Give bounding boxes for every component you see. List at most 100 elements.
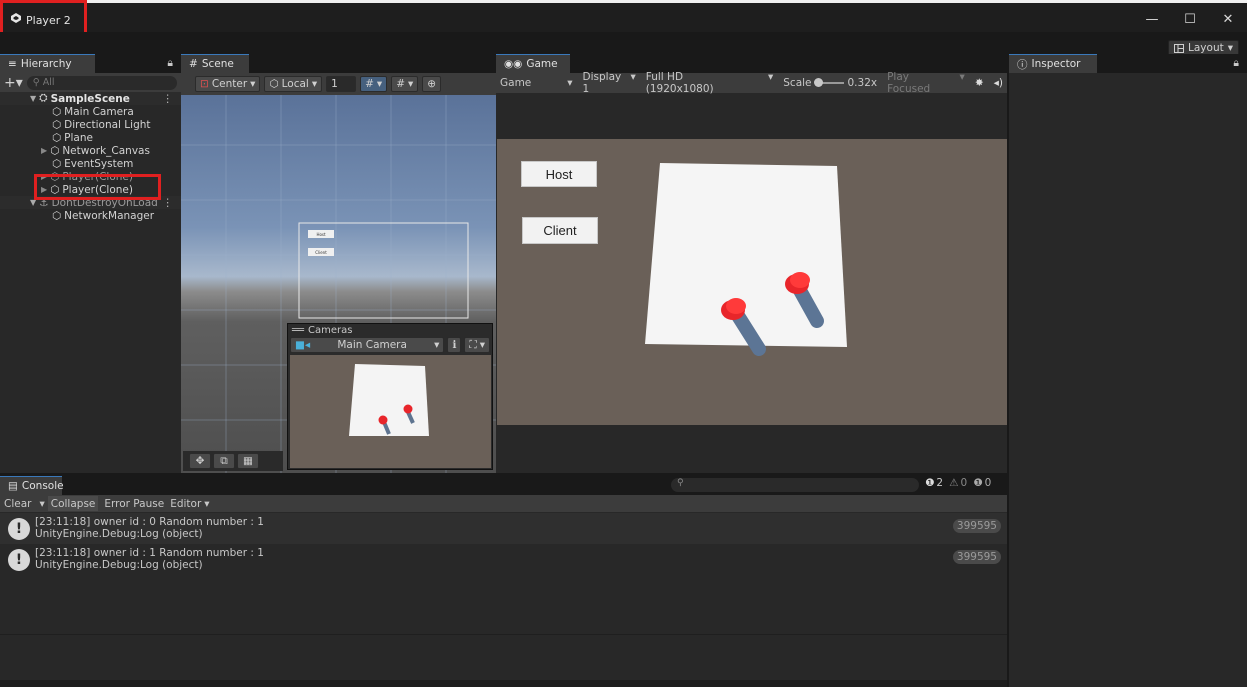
tab-hierarchy[interactable]: ≡ Hierarchy <box>0 54 95 73</box>
pivot-icon: ⊡ <box>200 78 209 90</box>
collapse-toggle[interactable]: Collapse <box>47 496 99 511</box>
hierarchy-item-directional-light[interactable]: ⬡ Directional Light <box>0 118 151 131</box>
host-button[interactable]: Host <box>521 161 597 187</box>
log-icon: ❶ <box>925 477 935 489</box>
gizmo-toggle-button[interactable]: ⊕ <box>422 76 442 92</box>
cameras-overlay-toolbar: ■◂ Main Camera ▾ ℹ ⛶ ▾ <box>288 336 492 354</box>
canvas-client-button: Client <box>308 248 334 256</box>
lock-icon[interactable]: 🔒︎ <box>1225 54 1247 73</box>
camera-frame-button[interactable]: ⛶ ▾ <box>464 337 490 353</box>
video-camera-icon: ■◂ <box>295 339 311 351</box>
grid-toggle-button[interactable]: # ▾ <box>360 76 388 92</box>
scene-tools-overlay: ✥ ⧉ ▦ <box>183 451 283 471</box>
chevron-down-icon: ▾ <box>479 339 485 351</box>
client-button[interactable]: Client <box>522 217 598 244</box>
chevron-down-icon: ▾ <box>39 497 45 510</box>
grid-icon: # <box>365 78 374 90</box>
space-local-dropdown[interactable]: ⬡ Local ▾ <box>264 76 323 92</box>
maximize-button[interactable]: ☐ <box>1171 6 1209 32</box>
close-button[interactable]: ✕ <box>1209 6 1247 32</box>
client-button-label: Client <box>543 223 577 238</box>
log-line-2: UnityEngine.Debug:Log (object) <box>35 559 203 571</box>
error-count-toggle[interactable]: ❶ 0 <box>973 477 991 489</box>
more-options-icon[interactable]: ⋮ <box>163 197 174 209</box>
main-toolbar: Layout ▾ <box>0 32 1247 56</box>
scale-slider-track[interactable] <box>813 78 844 87</box>
console-detail-divider <box>0 634 1007 635</box>
warning-count-toggle[interactable]: ⚠ 0 <box>949 477 967 489</box>
scale-slider[interactable]: Scale 0.32x <box>783 77 877 89</box>
hierarchy-item-network-canvas[interactable]: ▶ ⬡ Network_Canvas <box>0 144 150 157</box>
tab-scene-label: Scene <box>201 58 234 70</box>
resolution-dropdown[interactable]: Full HD (1920x1080) ▾ <box>646 71 773 95</box>
info-message-icon: ! <box>8 518 30 540</box>
tab-game[interactable]: ◉◉ Game <box>496 54 570 73</box>
bug-icon[interactable]: ✸ <box>975 77 984 89</box>
gameobject-icon: ⬡ <box>52 131 62 144</box>
canvas-host-button: Host <box>308 230 334 238</box>
hierarchy-search-input[interactable]: ⚲ All <box>26 75 177 90</box>
collapse-label: Collapse <box>50 497 96 510</box>
hierarchy-item-plane[interactable]: ⬡ Plane <box>0 131 93 144</box>
chevron-down-icon: ▾ <box>767 71 774 83</box>
display-label: Display 1 <box>582 71 622 95</box>
move-tool-button[interactable]: ✥ <box>189 453 211 469</box>
console-log-entry[interactable]: ! [23:11:18] owner id : 0 Random number … <box>0 513 1007 544</box>
pivot-center-dropdown[interactable]: ⊡ Center ▾ <box>195 76 261 92</box>
layout-icon <box>1174 43 1185 53</box>
hierarchy-item-label: EventSystem <box>64 157 134 170</box>
gameobject-icon: ⬡ <box>52 118 62 131</box>
log-repeat-count: 399595 <box>952 519 1001 533</box>
camera-info-button[interactable]: ℹ <box>447 337 462 353</box>
console-search-input[interactable]: ⚲ <box>671 478 919 492</box>
play-mode-label: Play Focused <box>887 71 931 95</box>
window-controls: — ☐ ✕ <box>1133 6 1247 34</box>
tab-console[interactable]: ▤ Console <box>0 476 64 495</box>
scene-viewport[interactable]: Host Client ✥ ⧉ ▦ ══ Cameras ■◂ Main Cam… <box>181 95 496 473</box>
info-icon: ℹ <box>452 339 457 351</box>
hierarchy-item-label: Directional Light <box>64 118 151 131</box>
hierarchy-item-eventsystem[interactable]: ⬡ EventSystem <box>0 157 133 170</box>
clear-dropdown[interactable]: Clear ▾ <box>4 498 45 510</box>
camera-select-dropdown[interactable]: ■◂ Main Camera ▾ <box>290 337 445 353</box>
console-counters: ❶ 2 ⚠ 0 ❶ 0 <box>925 477 991 489</box>
grid-snap-input[interactable]: 1 <box>326 76 357 92</box>
editor-dropdown[interactable]: Editor ▾ <box>170 498 209 510</box>
audio-icon[interactable]: ◂) <box>994 77 1003 89</box>
play-mode-dropdown[interactable]: Play Focused ▾ <box>887 71 965 95</box>
console-panel: ▤ Console Clear ▾ Collapse Error Pause E… <box>0 476 1007 687</box>
log-repeat-count: 399595 <box>952 550 1001 564</box>
drag-handle-icon[interactable]: ══ <box>292 325 304 336</box>
console-log-entry[interactable]: ! [23:11:18] owner id : 1 Random number … <box>0 544 1007 575</box>
rect-tool-button[interactable]: ⧉ <box>213 453 235 469</box>
error-pause-toggle[interactable]: Error Pause <box>101 498 167 510</box>
snap-toggle-button[interactable]: # ▾ <box>391 76 419 92</box>
log-line-1: [23:11:18] owner id : 1 Random number : … <box>35 547 264 559</box>
minimize-button[interactable]: — <box>1133 6 1171 32</box>
tab-scene[interactable]: # Scene <box>181 54 249 73</box>
hierarchy-toolstrip: +▾ ⚲ All <box>0 73 181 92</box>
lock-icon[interactable]: 🔒︎ <box>159 54 181 73</box>
game-viewport[interactable]: Host Client <box>497 139 1007 425</box>
display-dropdown[interactable]: Display 1 ▾ <box>583 71 636 95</box>
scene-icon: ⛭ <box>39 92 48 104</box>
tab-inspector[interactable]: ⓘ Inspector <box>1009 54 1097 73</box>
search-icon: ⚲ <box>677 478 684 488</box>
window-title: Player 2 <box>26 14 71 27</box>
chevron-down-icon: ▾ <box>630 71 636 83</box>
grid-tool-button[interactable]: ▦ <box>237 453 259 469</box>
log-count-toggle[interactable]: ❶ 2 <box>925 477 943 489</box>
hierarchy-item-main-camera[interactable]: ⬡ Main Camera <box>0 105 134 118</box>
add-icon[interactable]: +▾ <box>4 75 23 91</box>
chevron-down-icon: ▾ <box>1227 42 1233 54</box>
view-mode-dropdown[interactable]: Game ▾ <box>500 77 573 89</box>
hamburger-icon: ≡ <box>8 58 17 70</box>
scale-value: 0.32x <box>847 77 878 89</box>
hierarchy-item-samplescene[interactable]: ▼ ⛭ SampleScene ⋮ <box>0 92 181 105</box>
more-options-icon[interactable]: ⋮ <box>163 93 174 105</box>
warning-count: 0 <box>960 477 968 489</box>
hierarchy-item-networkmanager[interactable]: ⬡ NetworkManager <box>0 209 154 222</box>
info-message-icon: ! <box>8 549 30 571</box>
scale-slider-thumb[interactable] <box>813 78 823 87</box>
gameobject-icon: ⬡ <box>52 209 62 222</box>
